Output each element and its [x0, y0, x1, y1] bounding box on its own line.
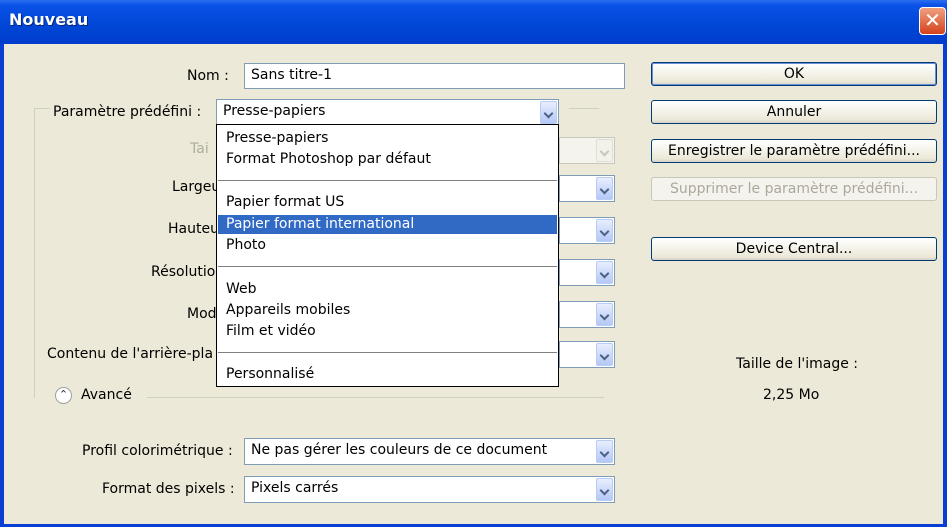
chevron-down-icon[interactable] [596, 303, 613, 326]
name-label: Nom : [187, 68, 229, 84]
dropdown-item[interactable]: Personnalisé [218, 365, 557, 384]
chevron-down-icon[interactable] [596, 440, 613, 463]
dropdown-item[interactable]: Format Photoshop par défaut [218, 150, 557, 169]
pixel-aspect-select[interactable]: Pixels carrés [244, 476, 615, 503]
preset-dropdown-list: Presse-papiers Format Photoshop par défa… [216, 124, 559, 387]
size-select [559, 137, 615, 164]
dropdown-item-selected[interactable]: Papier format international [218, 215, 557, 234]
resolution-unit-select[interactable] [559, 259, 615, 286]
dropdown-item[interactable]: Presse-papiers [218, 129, 557, 148]
dropdown-item[interactable]: Web [218, 280, 557, 299]
chevron-down-icon[interactable] [596, 177, 613, 200]
name-input[interactable]: Sans titre-1 [244, 63, 625, 89]
width-label: Largeu [172, 179, 221, 195]
height-unit-select[interactable] [559, 217, 615, 244]
mode-label: Mod [187, 306, 217, 322]
close-button[interactable]: ✕ [919, 7, 946, 35]
pixel-aspect-label: Format des pixels : [102, 481, 235, 497]
delete-preset-button: Supprimer le paramètre prédéfini... [651, 177, 937, 201]
background-contents-label: Contenu de l'arrière-pla [47, 346, 214, 362]
image-size-value: 2,25 Mo [763, 387, 820, 403]
dropdown-separator [218, 180, 557, 181]
width-unit-select[interactable] [559, 175, 615, 202]
preset-select[interactable]: Presse-papiers [216, 99, 559, 126]
preset-select-value: Presse-papiers [223, 103, 326, 119]
save-preset-button[interactable]: Enregistrer le paramètre prédéfini... [651, 139, 937, 163]
title-bar[interactable]: Nouveau ✕ [0, 0, 947, 44]
dialog-title: Nouveau [9, 10, 89, 29]
chevron-down-icon[interactable] [540, 101, 557, 124]
dropdown-item[interactable]: Papier format US [218, 193, 557, 212]
close-icon: ✕ [924, 8, 941, 32]
cancel-button[interactable]: Annuler [651, 100, 937, 124]
color-profile-select[interactable]: Ne pas gérer les couleurs de ce document [244, 438, 615, 465]
height-label: Hauteu [168, 221, 219, 237]
color-profile-label: Profil colorimétrique : [82, 443, 233, 459]
preset-label: Paramètre prédéfini : [53, 104, 202, 120]
size-label: Tai [190, 141, 209, 157]
advanced-separator [147, 397, 604, 398]
dropdown-item[interactable]: Appareils mobiles [218, 301, 557, 320]
resolution-label: Résolutio [151, 264, 216, 280]
dropdown-separator [218, 266, 557, 267]
dropdown-item[interactable]: Photo [218, 236, 557, 255]
chevron-down-icon[interactable] [596, 478, 613, 501]
chevron-down-icon[interactable] [596, 343, 613, 366]
new-document-dialog: Nouveau ✕ Nom : Sans titre-1 Paramètre p… [0, 0, 947, 527]
collapse-advanced-icon[interactable]: ⌃ [55, 387, 72, 404]
preset-group-line-vertical [34, 108, 35, 398]
device-central-button[interactable]: Device Central... [651, 237, 937, 261]
preset-group-line-right [569, 108, 599, 109]
color-profile-value: Ne pas gérer les couleurs de ce document [251, 442, 548, 458]
chevron-down-icon[interactable] [596, 261, 613, 284]
chevron-down-icon [596, 139, 613, 162]
background-contents-select[interactable] [559, 341, 615, 368]
mode-depth-select[interactable] [559, 301, 615, 328]
advanced-label: Avancé [81, 387, 132, 403]
preset-group-line-left [34, 108, 50, 109]
image-size-label: Taille de l'image : [736, 356, 859, 372]
dropdown-separator [218, 352, 557, 353]
chevron-down-icon[interactable] [596, 219, 613, 242]
ok-button[interactable]: OK [651, 62, 937, 86]
pixel-aspect-value: Pixels carrés [251, 480, 339, 496]
dropdown-item[interactable]: Film et vidéo [218, 322, 557, 341]
